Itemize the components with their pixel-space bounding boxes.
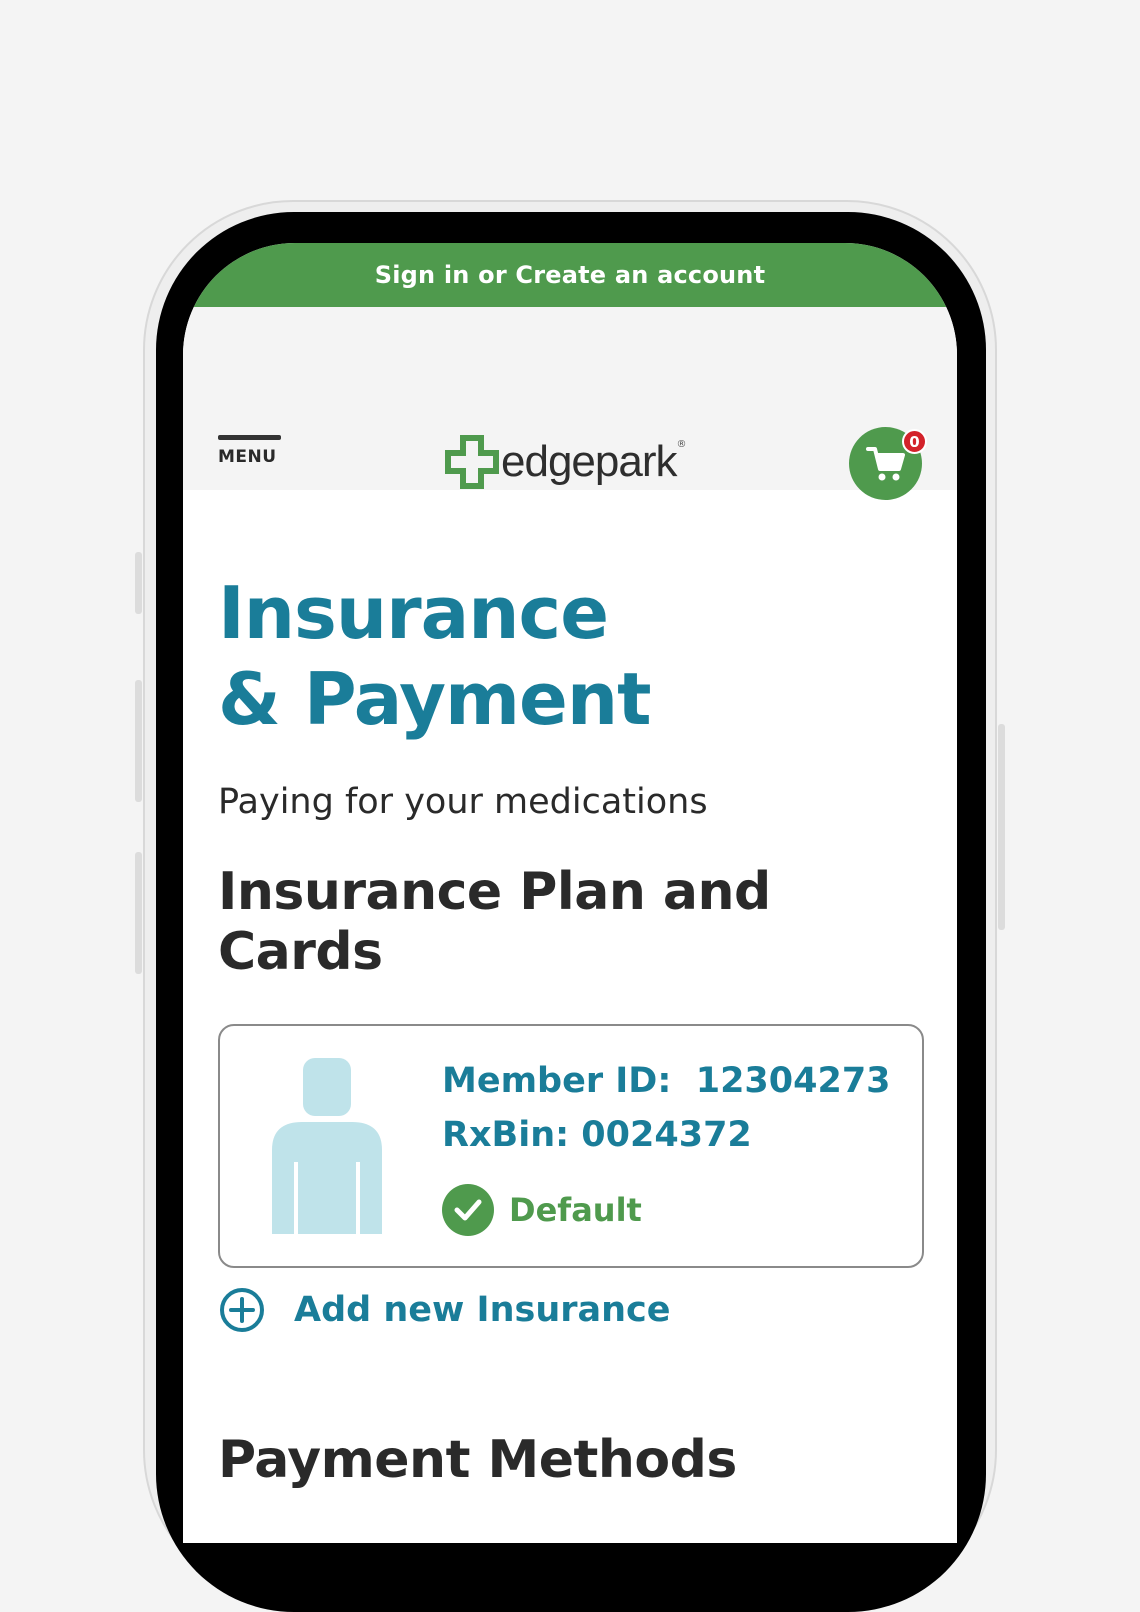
rxbin: RxBin: 0024372 (442, 1115, 752, 1155)
card-details: Member ID: 12304273 RxBin: 0024372 (442, 1054, 891, 1162)
insurance-heading: Insurance Plan and Cards (218, 862, 771, 982)
default-label: Default (509, 1191, 642, 1229)
checkmark-icon (442, 1184, 494, 1236)
logo-cross-icon (445, 435, 499, 489)
sign-in-link[interactable]: Sign in or Create an account (375, 261, 766, 289)
member-id: Member ID: 12304273 (442, 1061, 891, 1101)
hamburger-icon (218, 435, 281, 440)
add-insurance-button[interactable]: Add new Insurance (218, 1286, 922, 1334)
phone-side-button (135, 680, 142, 802)
add-insurance-label: Add new Insurance (294, 1290, 671, 1330)
logo-text: edgepark (501, 437, 677, 486)
plus-circle-icon (220, 1288, 264, 1332)
edgepark-logo[interactable]: edgepark ® (445, 435, 686, 489)
page-subtitle: Paying for your medications (218, 782, 708, 822)
payment-heading: Payment Methods (218, 1430, 737, 1490)
phone-side-button (135, 852, 142, 974)
person-icon (272, 1058, 382, 1234)
phone-screen: Sign in or Create an account MENU edgepa… (183, 243, 957, 1543)
phone-side-button (135, 552, 142, 614)
sign-in-banner[interactable]: Sign in or Create an account (183, 243, 957, 307)
page-title: Insurance & Payment (218, 570, 922, 742)
insurance-card[interactable]: Member ID: 12304273 RxBin: 0024372 Defau… (218, 1024, 924, 1268)
cart-icon (866, 447, 905, 481)
page-title-line1: Insurance (218, 571, 609, 655)
phone-side-button (998, 724, 1005, 930)
default-indicator: Default (442, 1184, 642, 1236)
main-content: Insurance & Payment Paying for your medi… (183, 570, 957, 1490)
menu-button[interactable]: MENU (218, 435, 284, 467)
site-header: MENU edgepark ® 0 (183, 307, 957, 500)
page-title-line2: & Payment (218, 657, 652, 741)
registered-mark: ® (676, 439, 687, 450)
menu-label: MENU (218, 447, 277, 467)
cart-count-badge: 0 (902, 429, 927, 454)
